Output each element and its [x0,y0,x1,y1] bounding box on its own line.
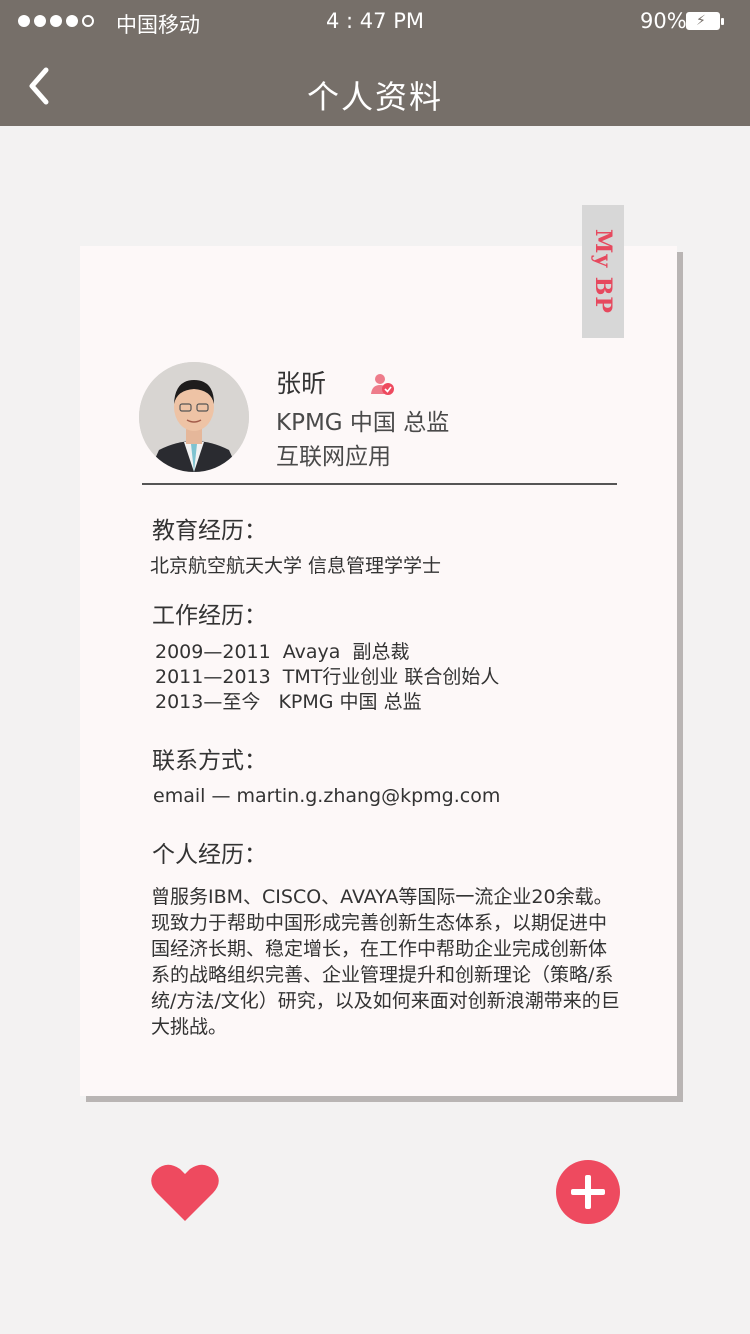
contact-email[interactable]: email — martin.g.zhang@kpmg.com [153,785,500,807]
like-button[interactable] [150,1163,220,1223]
battery-icon: ⚡ [686,12,724,30]
my-bp-tab[interactable]: My BP [582,205,624,338]
work-item: 2009—2011 Avaya 副总裁 [155,641,410,663]
work-item: 2011—2013 TMT行业创业 联合创始人 [155,666,500,688]
profile-role: KPMG 中国 总监 [276,410,450,436]
avatar [139,362,249,472]
bio-heading: 个人经历： [152,842,267,868]
top-bar: 中国移动 4 : 47 PM 90% ⚡ 个人资料 [0,0,750,126]
add-button[interactable] [556,1160,620,1224]
profile-name: 张昕 [276,369,327,398]
battery-percent: 90% [640,9,687,33]
my-bp-label: My BP [590,229,616,314]
divider [142,483,617,485]
work-list: 2009—2011 Avaya 副总裁 2011—2013 TMT行业创业 联合… [155,640,499,715]
bio-text: 曾服务IBM、CISCO、AVAYA等国际一流企业20余载。现致力于帮助中国形成… [151,886,620,1038]
verified-user-icon [371,372,395,396]
contact-heading: 联系方式： [152,748,267,774]
education-heading: 教育经历： [152,518,267,544]
heart-icon [151,1164,219,1221]
profile-field: 互联网应用 [276,444,391,470]
status-bar: 中国移动 4 : 47 PM 90% ⚡ [0,0,750,44]
work-heading: 工作经历： [152,603,267,629]
clock: 4 : 47 PM [326,9,424,33]
page-title: 个人资料 [306,78,443,116]
education-text: 北京航空航天大学 信息管理学学士 [150,555,442,577]
work-item: 2013—至今 KPMG 中国 总监 [155,691,422,713]
